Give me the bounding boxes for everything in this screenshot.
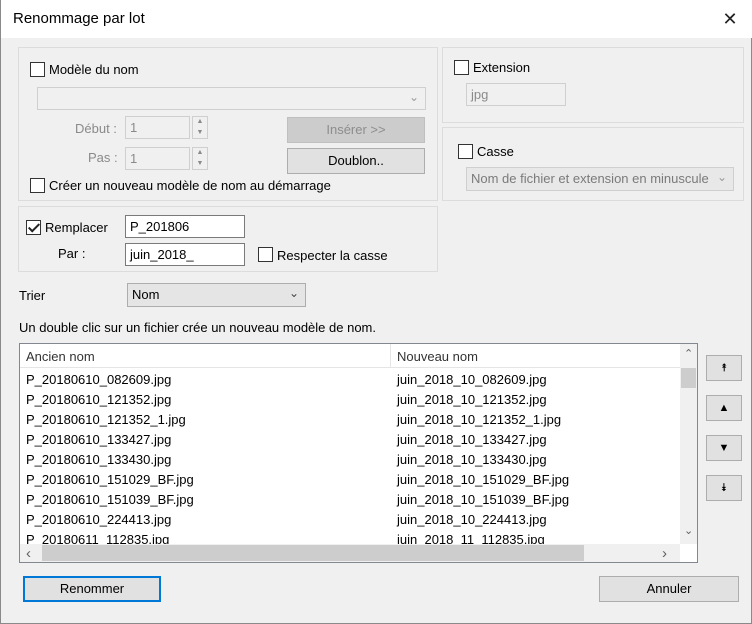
- double-up-icon: ⯭: [720, 362, 728, 374]
- new-name-cell: juin_2018_10_082609.jpg: [397, 372, 547, 387]
- table-row[interactable]: P_20180610_121352.jpg juin_2018_10_12135…: [20, 390, 680, 410]
- batch-rename-dialog: Renommage par lot ✕ Modèle du nom ⌄ Débu…: [0, 0, 752, 624]
- create-new-model-label: Créer un nouveau modèle de nom au démarr…: [49, 178, 331, 193]
- step-input[interactable]: 1: [125, 147, 190, 170]
- table-row[interactable]: P_20180610_121352_1.jpg juin_2018_10_121…: [20, 410, 680, 430]
- old-name-cell: P_20180610_133430.jpg: [26, 452, 172, 467]
- cancel-button[interactable]: Annuler: [599, 576, 739, 602]
- respect-case-checkbox[interactable]: [258, 247, 273, 262]
- replace-label: Remplacer: [45, 220, 108, 235]
- step-label: Pas :: [88, 150, 118, 165]
- table-row[interactable]: P_20180610_133430.jpg juin_2018_10_13343…: [20, 450, 680, 470]
- old-name-cell: P_20180610_121352_1.jpg: [26, 412, 186, 427]
- close-icon[interactable]: ✕: [717, 6, 743, 32]
- chevron-down-icon: ⌄: [716, 170, 727, 184]
- sort-select[interactable]: Nom ⌄: [127, 283, 306, 307]
- case-select-value: Nom de fichier et extension en minuscule: [471, 171, 709, 186]
- case-label: Casse: [477, 144, 514, 159]
- step-spinner[interactable]: ▲ ▼: [192, 147, 208, 170]
- list-header: Ancien nom Nouveau nom: [20, 344, 680, 368]
- case-select[interactable]: Nom de fichier et extension en minuscule…: [466, 167, 734, 191]
- name-model-checkbox[interactable]: [30, 62, 45, 77]
- new-name-cell: juin_2018_10_224413.jpg: [397, 512, 547, 527]
- vertical-scrollbar[interactable]: ⌃ ⌄: [680, 344, 697, 544]
- move-down-button[interactable]: ▼: [706, 435, 742, 461]
- old-name-cell: P_20180610_082609.jpg: [26, 372, 172, 387]
- sort-label: Trier: [19, 288, 46, 303]
- start-input[interactable]: 1: [125, 116, 190, 139]
- replace-checkbox[interactable]: [26, 220, 41, 235]
- create-new-model-checkbox[interactable]: [30, 178, 45, 193]
- scroll-down-icon[interactable]: ⌄: [684, 524, 693, 537]
- double-down-icon: ⯯: [720, 482, 728, 494]
- table-row[interactable]: P_20180610_151039_BF.jpg juin_2018_10_15…: [20, 490, 680, 510]
- start-spinner[interactable]: ▲ ▼: [192, 116, 208, 139]
- table-row[interactable]: P_20180610_133427.jpg juin_2018_10_13342…: [20, 430, 680, 450]
- name-model-label: Modèle du nom: [49, 62, 139, 77]
- move-to-top-button[interactable]: ⯭: [706, 355, 742, 381]
- spin-up-icon[interactable]: ▲: [193, 148, 207, 159]
- down-arrow-icon: ▼: [718, 442, 730, 454]
- new-name-cell: juin_2018_10_121352.jpg: [397, 392, 547, 407]
- old-name-cell: P_20180610_121352.jpg: [26, 392, 172, 407]
- extension-input[interactable]: jpg: [466, 83, 566, 106]
- respect-case-label: Respecter la casse: [277, 248, 388, 263]
- insert-button[interactable]: Insérer >>: [287, 117, 425, 143]
- move-up-button[interactable]: ▲: [706, 395, 742, 421]
- extension-label: Extension: [473, 60, 531, 75]
- new-name-cell: juin_2018_10_151039_BF.jpg: [397, 492, 570, 507]
- old-name-cell: P_20180610_133427.jpg: [26, 432, 172, 447]
- start-label: Début :: [75, 121, 117, 136]
- spin-up-icon[interactable]: ▲: [193, 117, 207, 128]
- window-title: Renommage par lot: [13, 10, 145, 27]
- column-header-new-name[interactable]: Nouveau nom: [397, 349, 478, 364]
- scroll-right-icon[interactable]: ›: [662, 545, 667, 562]
- extension-checkbox[interactable]: [454, 60, 469, 75]
- replace-input[interactable]: P_201806: [125, 215, 245, 238]
- case-checkbox[interactable]: [458, 144, 473, 159]
- column-separator[interactable]: [390, 344, 391, 368]
- hint-text: Un double clic sur un fichier crée un no…: [19, 320, 376, 335]
- sort-select-value: Nom: [132, 287, 160, 302]
- old-name-cell: P_20180610_151029_BF.jpg: [26, 472, 194, 487]
- old-name-cell: P_20180610_224413.jpg: [26, 512, 172, 527]
- horizontal-scroll-thumb[interactable]: [42, 545, 584, 561]
- scroll-up-icon[interactable]: ⌃: [684, 347, 693, 360]
- rename-button[interactable]: Renommer: [23, 576, 161, 602]
- new-name-cell: juin_2018_10_121352_1.jpg: [397, 412, 562, 427]
- par-input[interactable]: juin_2018_: [125, 243, 245, 266]
- move-to-bottom-button[interactable]: ⯯: [706, 475, 742, 501]
- chevron-down-icon: ⌄: [288, 286, 299, 300]
- horizontal-scrollbar[interactable]: ‹ ›: [20, 544, 680, 562]
- up-arrow-icon: ▲: [718, 402, 730, 414]
- new-name-cell: juin_2018_10_133427.jpg: [397, 432, 547, 447]
- chevron-down-icon: ⌄: [408, 90, 419, 104]
- doublon-button[interactable]: Doublon..: [287, 148, 425, 174]
- table-row[interactable]: P_20180610_151029_BF.jpg juin_2018_10_15…: [20, 470, 680, 490]
- column-header-old-name[interactable]: Ancien nom: [26, 349, 95, 364]
- table-row[interactable]: P_20180610_082609.jpg juin_2018_10_08260…: [20, 370, 680, 390]
- new-name-cell: juin_2018_10_133430.jpg: [397, 452, 547, 467]
- spin-down-icon[interactable]: ▼: [193, 159, 207, 170]
- spin-down-icon[interactable]: ▼: [193, 128, 207, 139]
- title-bar: Renommage par lot ✕: [1, 0, 752, 38]
- file-list[interactable]: Ancien nom Nouveau nom P_20180610_082609…: [19, 343, 698, 563]
- name-model-combo[interactable]: ⌄: [37, 87, 426, 110]
- old-name-cell: P_20180610_151039_BF.jpg: [26, 492, 194, 507]
- table-row[interactable]: P_20180610_224413.jpg juin_2018_10_22441…: [20, 510, 680, 530]
- vertical-scroll-thumb[interactable]: [681, 368, 696, 388]
- par-label: Par :: [58, 246, 86, 261]
- new-name-cell: juin_2018_10_151029_BF.jpg: [397, 472, 570, 487]
- scroll-left-icon[interactable]: ‹: [26, 545, 31, 562]
